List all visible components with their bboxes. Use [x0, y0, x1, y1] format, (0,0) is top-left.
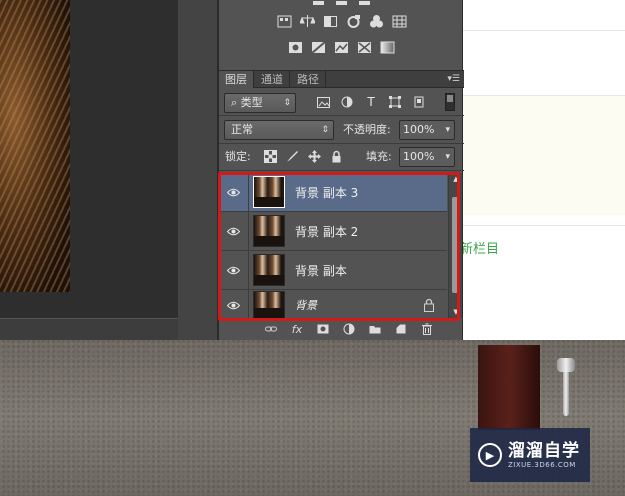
webpage-divider	[463, 225, 625, 226]
smart-object-filter-icon[interactable]	[411, 94, 427, 110]
visibility-eye-icon[interactable]	[219, 172, 249, 212]
layer-filter-value: 类型	[240, 96, 263, 109]
tab-layers[interactable]: 图层	[219, 71, 254, 88]
panel-tab-bar: 图层 通道 路径 ▾☰	[219, 70, 464, 88]
watermark: ▶ 溜溜自学 ZIXUE.3D66.COM	[470, 428, 590, 482]
black-white-icon[interactable]	[322, 13, 339, 30]
canvas-scroll-area	[0, 318, 178, 340]
lock-position-icon[interactable]	[307, 148, 321, 164]
gradient-map-icon[interactable]	[379, 39, 396, 56]
lock-transparent-pixels-icon[interactable]	[263, 148, 277, 164]
canvas-image	[0, 0, 70, 292]
lock-label: 锁定:	[225, 150, 251, 163]
webpage-link[interactable]: 新栏目	[460, 238, 499, 257]
fill-field[interactable]: 100% ▾	[399, 147, 455, 167]
photo-filter-icon[interactable]	[345, 13, 362, 30]
opacity-value: 100%	[403, 123, 435, 136]
dropdown-arrow-icon: ▾	[445, 152, 450, 162]
layer-filter-select[interactable]: ⌕ 类型 ⇕	[224, 93, 296, 113]
adjustments-row-2	[219, 13, 464, 30]
fill-value: 100%	[403, 150, 435, 163]
visibility-eye-icon[interactable]	[219, 211, 249, 251]
panel-menu-icon[interactable]: ▾☰	[447, 73, 460, 85]
threshold-icon[interactable]	[333, 39, 350, 56]
watermark-name: 溜溜自学	[508, 441, 580, 461]
layer-name: 背景 副本 3	[295, 185, 359, 200]
pixel-layer-filter-icon[interactable]	[315, 94, 331, 110]
watermark-url: ZIXUE.3D66.COM	[508, 461, 576, 469]
layer-row[interactable]: 背景	[219, 290, 447, 320]
add-mask-icon[interactable]	[316, 322, 330, 336]
panel-dock-gap	[178, 0, 218, 340]
delete-layer-icon[interactable]	[420, 322, 434, 336]
blend-mode-select[interactable]: 正常 ⇕	[224, 120, 334, 140]
play-logo-icon: ▶	[478, 443, 502, 467]
adjustments-row-3	[219, 39, 464, 56]
invert-icon[interactable]	[287, 39, 304, 56]
layers-bottom-toolbar: fx	[219, 320, 464, 338]
layer-thumbnail	[253, 176, 285, 208]
updown-arrow-icon: ⇕	[321, 125, 329, 135]
webpage-divider	[463, 95, 625, 96]
blend-mode-value: 正常	[231, 123, 253, 136]
layer-row[interactable]: 背景 副本 3	[219, 172, 447, 212]
dropdown-arrow-icon: ▾	[445, 125, 450, 135]
visibility-eye-icon[interactable]	[219, 250, 249, 290]
updown-arrow-icon: ⇕	[283, 98, 291, 108]
scroll-up-icon[interactable]: ▲	[449, 173, 463, 185]
layer-thumbnail	[253, 291, 285, 319]
background-photo-post	[478, 345, 540, 430]
opacity-field[interactable]: 100% ▾	[399, 120, 455, 140]
fill-label: 填充:	[366, 150, 392, 163]
layer-filter-icons: T	[315, 94, 427, 110]
lock-image-pixels-icon[interactable]	[285, 148, 299, 164]
layer-name: 背景 副本	[295, 263, 347, 278]
layer-name: 背景	[295, 299, 317, 312]
scroll-thumb[interactable]	[452, 197, 460, 293]
layer-row[interactable]: 背景 副本	[219, 250, 447, 290]
link-layers-icon[interactable]	[264, 322, 278, 336]
divider	[219, 115, 464, 116]
layers-list: 背景 副本 3 背景 副本 2 背景 副本 背景	[219, 172, 447, 320]
tab-paths[interactable]: 路径	[291, 71, 326, 88]
tab-channels[interactable]: 通道	[255, 71, 290, 88]
fx-icon[interactable]: fx	[290, 322, 304, 336]
visibility-eye-icon[interactable]	[219, 290, 249, 320]
divider	[219, 143, 464, 144]
color-balance-icon[interactable]	[299, 13, 316, 30]
filter-toggle-switch[interactable]	[445, 93, 455, 111]
channel-mixer-icon[interactable]	[368, 13, 385, 30]
divider	[219, 170, 464, 171]
webpage-tinted-block	[463, 95, 625, 215]
webpage-divider	[463, 30, 625, 31]
search-icon: ⌕	[231, 96, 241, 109]
hue-saturation-icon[interactable]	[276, 13, 293, 30]
shape-layer-filter-icon[interactable]	[387, 94, 403, 110]
posterize-icon[interactable]	[310, 39, 327, 56]
lock-all-icon[interactable]	[329, 148, 343, 164]
lock-options	[263, 148, 343, 164]
layer-name: 背景 副本 2	[295, 224, 359, 239]
new-layer-icon[interactable]	[394, 322, 408, 336]
layers-panel: 图层 通道 路径 ▾☰ ⌕ 类型 ⇕ T 正常 ⇕ 不透明度: 100% ▾ 锁…	[218, 0, 464, 340]
type-layer-filter-icon[interactable]: T	[363, 94, 379, 110]
layer-thumbnail	[253, 254, 285, 286]
selective-color-icon[interactable]	[356, 39, 373, 56]
new-adjustment-layer-icon[interactable]	[342, 322, 356, 336]
adjustment-layer-filter-icon[interactable]	[339, 94, 355, 110]
layer-thumbnail	[253, 215, 285, 247]
background-photo-hook	[555, 358, 577, 428]
layers-scrollbar[interactable]: ▲ ▼	[448, 173, 462, 318]
new-group-icon[interactable]	[368, 322, 382, 336]
scroll-down-icon[interactable]: ▼	[449, 306, 463, 318]
opacity-label: 不透明度:	[343, 123, 391, 136]
lock-icon	[424, 298, 434, 312]
layer-row[interactable]: 背景 副本 2	[219, 211, 447, 251]
color-lookup-icon[interactable]	[391, 13, 408, 30]
